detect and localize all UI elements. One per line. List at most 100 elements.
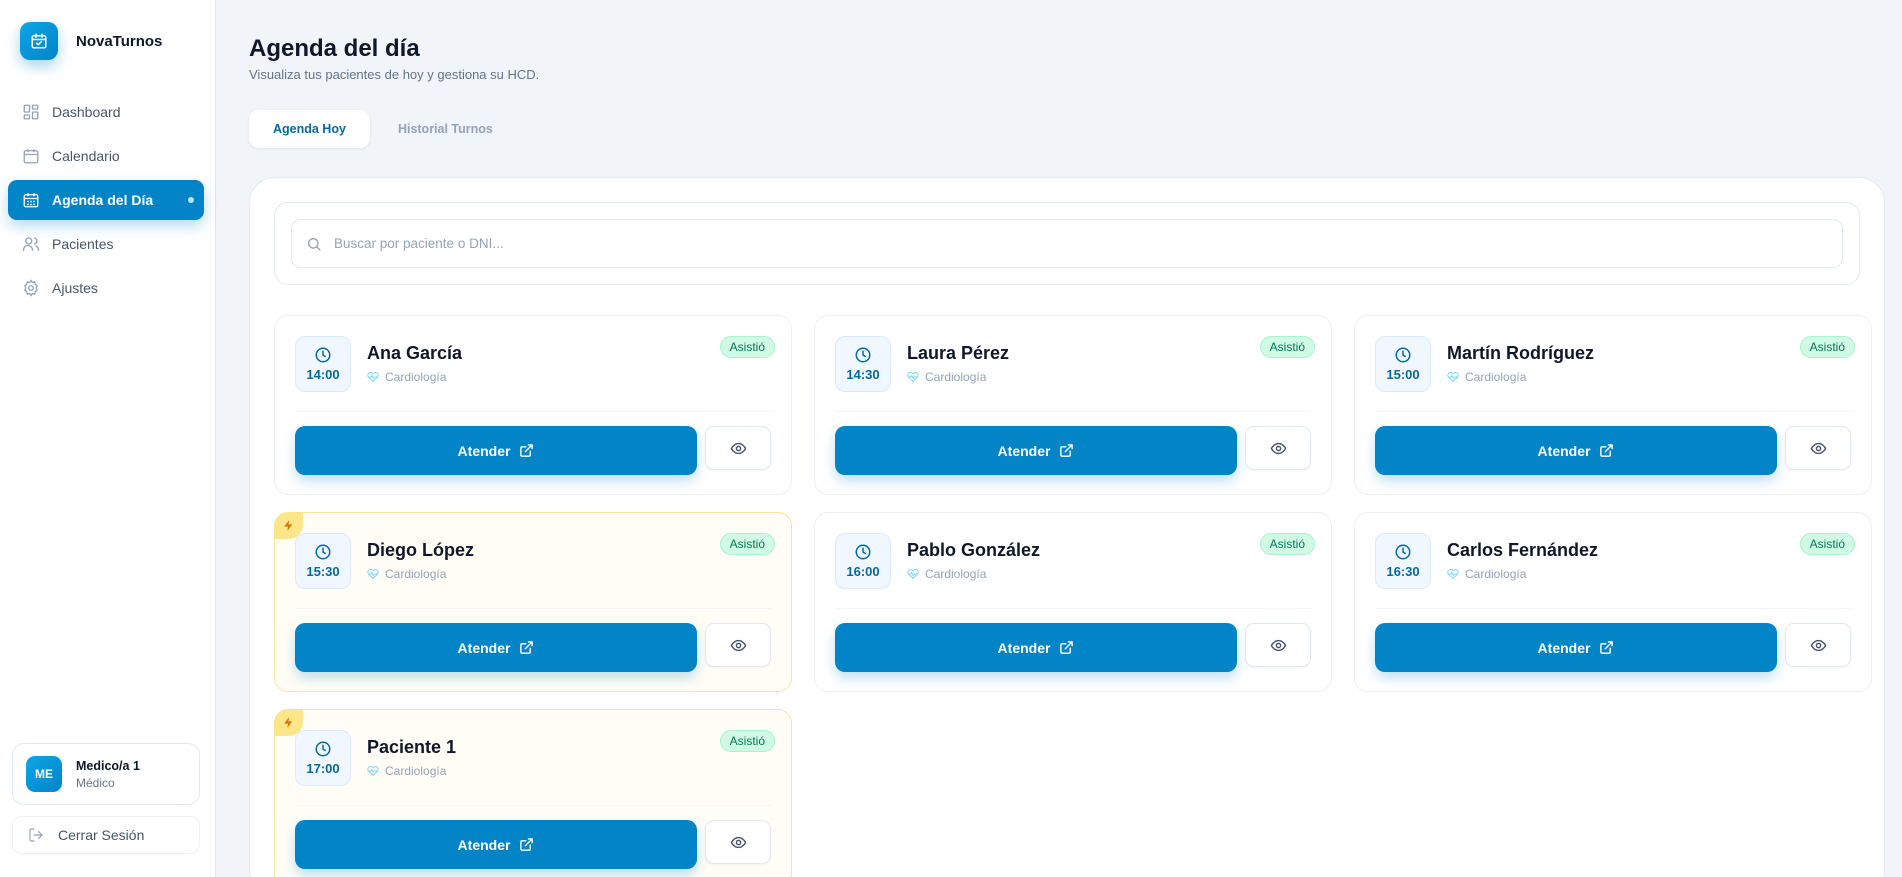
sidebar-item-calendario[interactable]: Calendario [8,136,204,176]
page-subtitle: Visualiza tus pacientes de hoy y gestion… [249,67,540,82]
view-details-button[interactable] [1785,623,1851,667]
specialty: Cardiología [367,567,446,581]
calendar-check-icon [20,22,58,60]
appointment-time-box: 16:00 [835,533,891,589]
atender-button[interactable]: Atender [295,426,697,475]
appointment-card: 16:30 Carlos Fernández Cardiología Asist… [1354,512,1872,692]
specialty-label: Cardiología [385,764,447,778]
eye-icon [1270,442,1286,454]
search-container [274,202,1860,285]
clock-icon [855,347,871,363]
eye-icon [1810,442,1826,454]
tab-historial-turnos[interactable]: Historial Turnos [374,110,517,148]
view-details-button[interactable] [1245,623,1311,667]
view-details-button[interactable] [705,623,771,667]
clock-icon [1395,544,1411,560]
tab-bar: Agenda Hoy Historial Turnos [249,110,521,148]
status-badge: Asistió [719,730,775,752]
card-divider [835,411,1311,412]
specialty: Cardiología [1447,567,1526,581]
sidebar-item-ajustes[interactable]: Ajustes [8,268,204,308]
card-divider [295,608,771,609]
search-icon [308,237,321,251]
clock-icon [855,544,871,560]
external-link-icon [520,444,534,457]
lightning-icon [284,520,293,531]
specialty-label: Cardiología [385,370,447,384]
patient-name: Ana García [367,343,463,363]
status-badge: Asistió [1259,533,1315,555]
appointment-card: 15:30 Diego López Cardiología Asistió At… [274,512,792,692]
patient-name: Paciente 1 [367,737,457,757]
appointment-time: 15:00 [1386,367,1420,382]
tab-agenda-hoy[interactable]: Agenda Hoy [249,110,370,148]
app-name: NovaTurnos [76,32,163,50]
patient-name: Martín Rodríguez [1447,343,1594,363]
eye-icon [730,836,746,848]
appointment-time-box: 15:00 [1375,336,1431,392]
atender-button[interactable]: Atender [295,623,697,672]
heart-pulse-icon [907,371,919,383]
specialty-label: Cardiología [1465,370,1527,384]
appointment-time: 16:00 [846,564,880,579]
atender-button[interactable]: Atender [1375,426,1777,475]
appointment-time-box: 16:30 [1375,533,1431,589]
atender-button[interactable]: Atender [295,820,697,869]
view-details-button[interactable] [705,820,771,864]
view-details-button[interactable] [1245,426,1311,470]
search-box[interactable] [291,219,1843,268]
sidebar-item-label: Dashboard [52,104,121,120]
active-indicator-dot [188,197,194,203]
logout-label: Cerrar Sesión [58,827,145,843]
heart-pulse-icon [367,371,379,383]
search-input[interactable] [334,236,1842,251]
atender-button[interactable]: Atender [1375,623,1777,672]
patient-name: Diego López [367,540,474,560]
sidebar-nav: Dashboard Calendario Agenda del Día Paci… [8,92,204,312]
atender-label: Atender [457,442,511,459]
logout-icon [29,828,43,842]
external-link-icon [520,641,534,654]
clock-icon [1395,347,1411,363]
eye-icon [1810,639,1826,651]
status-badge: Asistió [1799,336,1855,358]
specialty-label: Cardiología [1465,567,1527,581]
users-icon [22,237,40,251]
agenda-panel: 14:00 Ana García Cardiología Asistió Ate… [249,177,1885,877]
view-details-button[interactable] [1785,426,1851,470]
appointment-time-box: 14:00 [295,336,351,392]
appointment-card: 17:00 Paciente 1 Cardiología Asistió Ate… [274,709,792,877]
atender-button[interactable]: Atender [835,426,1237,475]
appointment-card: 15:00 Martín Rodríguez Cardiología Asist… [1354,315,1872,495]
specialty: Cardiología [907,567,986,581]
gear-icon [24,279,38,297]
specialty-label: Cardiología [925,567,987,581]
heart-pulse-icon [907,568,919,580]
external-link-icon [1060,641,1074,654]
sidebar-item-label: Agenda del Día [52,192,154,208]
specialty-label: Cardiología [925,370,987,384]
view-details-button[interactable] [705,426,771,470]
sidebar-item-dashboard[interactable]: Dashboard [8,92,204,132]
eye-icon [730,442,746,454]
patient-name: Carlos Fernández [1447,540,1599,560]
clock-icon [315,347,331,363]
user-card[interactable]: ME Medico/a 1 Médico [12,743,200,805]
external-link-icon [1600,641,1614,654]
logout-button[interactable]: Cerrar Sesión [12,816,200,854]
heart-pulse-icon [1447,371,1459,383]
atender-label: Atender [1537,442,1591,459]
card-divider [295,411,771,412]
status-badge: Asistió [719,336,775,358]
sidebar-item-label: Ajustes [52,280,98,296]
brand[interactable]: NovaTurnos [20,22,162,60]
lightning-icon [284,717,293,728]
heart-pulse-icon [1447,568,1459,580]
calendar-grid-icon [23,193,39,208]
sidebar-item-agenda-del-dia[interactable]: Agenda del Día [8,180,204,220]
card-divider [1375,608,1851,609]
atender-button[interactable]: Atender [835,623,1237,672]
specialty: Cardiología [367,370,446,384]
atender-label: Atender [997,442,1051,459]
sidebar-item-pacientes[interactable]: Pacientes [8,224,204,264]
